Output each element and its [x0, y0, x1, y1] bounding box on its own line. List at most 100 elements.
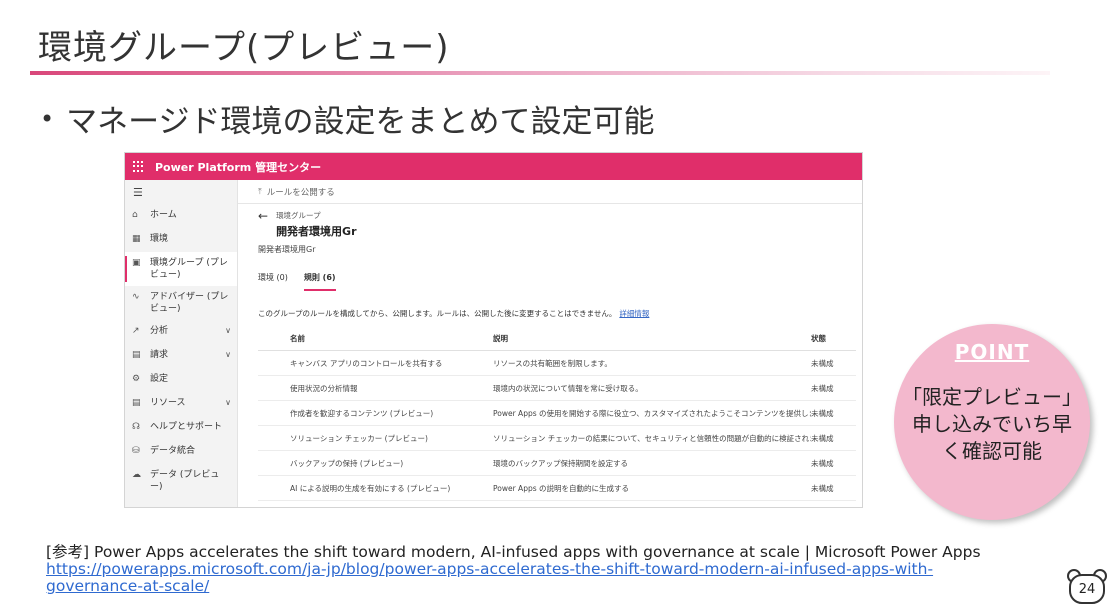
analytics-icon: ↗	[132, 326, 140, 336]
rule-status: 未構成	[811, 433, 834, 443]
chevron-down-icon[interactable]: ∨	[225, 397, 231, 409]
sidebar-item-environment-groups[interactable]: ▣ 環境グループ (プレビュー)	[125, 252, 237, 286]
sidebar-item-analytics[interactable]: ↗ 分析 ∨	[125, 320, 237, 344]
help-icon: ☊	[132, 422, 140, 432]
rule-name: キャンバス アプリのコントロールを共有する	[290, 358, 443, 368]
back-arrow-icon[interactable]: ←	[258, 210, 268, 239]
rule-status: 未構成	[811, 358, 834, 368]
page-title: 開発者環境用Gr	[276, 225, 357, 238]
sidebar-item-home[interactable]: ⌂ ホーム	[125, 204, 237, 228]
sidebar-item-billing[interactable]: ▤ 請求 ∨	[125, 344, 237, 368]
table-row[interactable]: 使用状況の分析情報 環境内の状況について情報を常に受け取る。 未構成	[258, 376, 856, 401]
hamburger-icon[interactable]: ☰	[133, 186, 237, 204]
chevron-down-icon[interactable]: ∨	[225, 325, 231, 337]
rule-status: 未構成	[811, 483, 834, 493]
rule-description: ソリューション チェッカーの結果について、セキュリティと信頼性の問題が自動的に検…	[493, 433, 811, 443]
command-bar: ⤒ ルールを公開する	[238, 180, 862, 204]
group-description: 開発者環境用Gr	[258, 245, 316, 254]
sidebar-item-data-integration[interactable]: ⛁ データ統合	[125, 440, 237, 464]
sidebar-item-label: 環境	[150, 234, 169, 244]
admin-center-screenshot: Power Platform 管理センター ☰ ⌂ ホーム ▦ 環境 ▣ 環境グ…	[124, 152, 863, 508]
point-line: 「限定プレビュー」	[902, 385, 1082, 409]
point-line: く確認可能	[942, 439, 1042, 463]
sidebar-item-label: 環境グループ (プレビュー)	[150, 258, 228, 280]
column-header-status[interactable]: 状態	[811, 333, 856, 344]
sidebar-item-resources[interactable]: ▤ リソース ∨	[125, 392, 237, 416]
sidebar-item-label: ホーム	[150, 210, 177, 220]
tab-bar: 環境 (0) 規則 (6)	[258, 272, 352, 291]
rule-name: 作成者を歓迎するコンテンツ (プレビュー)	[290, 408, 434, 418]
tab-rules[interactable]: 規則 (6)	[303, 272, 336, 291]
table-row[interactable]: バックアップの保持 (プレビュー) 環境のバックアップ保持期間を設定する 未構成	[258, 451, 856, 476]
reference-text: [参考] Power Apps accelerates the shift to…	[46, 543, 981, 561]
breadcrumb-parent[interactable]: 環境グループ	[276, 210, 356, 221]
page-number: 24	[1069, 574, 1105, 604]
sidebar-item-label: データ (プレビュー)	[150, 470, 220, 492]
sidebar: ☰ ⌂ ホーム ▦ 環境 ▣ 環境グループ (プレビュー) ∿ アドバイザー (…	[125, 180, 238, 507]
info-message: このグループのルールを構成してから、公開します。ルールは、公開した後に変更するこ…	[258, 308, 649, 319]
table-row[interactable]: 作成者を歓迎するコンテンツ (プレビュー) Power Apps の使用を開始す…	[258, 401, 856, 426]
rule-name: AI による説明の生成を有効にする (プレビュー)	[290, 483, 451, 493]
reference-url-line: governance-at-scale/	[46, 577, 210, 595]
sidebar-item-label: 分析	[150, 326, 169, 336]
advisor-icon: ∿	[132, 292, 140, 302]
reference-link[interactable]: https://powerapps.microsoft.com/ja-jp/bl…	[46, 561, 981, 595]
sidebar-item-advisor[interactable]: ∿ アドバイザー (プレビュー)	[125, 286, 237, 320]
publish-rules-button[interactable]: ルールを公開する	[267, 186, 335, 198]
rule-name: ソリューション チェッカー (プレビュー)	[290, 433, 428, 443]
table-row[interactable]: ソリューション チェッカー (プレビュー) ソリューション チェッカーの結果につ…	[258, 426, 856, 451]
rules-table: 名前 説明 状態 キャンバス アプリのコントロールを共有する リソースの共有範囲…	[258, 327, 856, 501]
billing-icon: ▤	[132, 350, 141, 360]
point-callout: POINT 「限定プレビュー」 申し込みでいち早 く確認可能	[894, 324, 1090, 520]
sidebar-item-environments[interactable]: ▦ 環境	[125, 228, 237, 252]
details-link[interactable]: 詳細情報	[619, 309, 649, 318]
column-header-description[interactable]: 説明	[483, 333, 811, 344]
sidebar-item-help[interactable]: ☊ ヘルプとサポート	[125, 416, 237, 440]
page-number-badge: 24	[1066, 569, 1108, 605]
environment-icon: ▦	[132, 234, 141, 244]
bullet-icon: •	[40, 104, 55, 133]
rule-description: Power Apps の説明を自動的に生成する	[493, 483, 630, 493]
sidebar-item-data-preview[interactable]: ☁ データ (プレビュー)	[125, 464, 237, 498]
rule-name: 使用状況の分析情報	[290, 383, 358, 393]
info-text: このグループのルールを構成してから、公開します。ルールは、公開した後に変更するこ…	[258, 309, 617, 318]
rule-description: 環境内の状況について情報を常に受け取る。	[493, 383, 643, 393]
rule-description: Power Apps の使用を開始する際に役立つ、カスタマイズされたようこそコン…	[493, 408, 811, 418]
point-label: POINT	[954, 340, 1030, 364]
rule-description: リソースの共有範囲を制限します。	[493, 358, 612, 368]
point-line: 申し込みでいち早	[912, 412, 1072, 436]
upload-icon: ⤒	[258, 186, 262, 197]
breadcrumb: ← 環境グループ 開発者環境用Gr	[258, 210, 357, 239]
sidebar-item-label: ヘルプとサポート	[150, 422, 223, 432]
bullet-text: マネージド環境の設定をまとめて設定可能	[66, 104, 655, 140]
title-underline	[30, 71, 1050, 75]
sidebar-item-label: 請求	[150, 350, 169, 360]
chevron-down-icon[interactable]: ∨	[225, 349, 231, 361]
rule-name: バックアップの保持 (プレビュー)	[290, 458, 404, 468]
rule-status: 未構成	[811, 458, 834, 468]
rule-status: 未構成	[811, 408, 834, 418]
table-header: 名前 説明 状態	[258, 327, 856, 351]
sidebar-item-label: データ統合	[150, 446, 196, 456]
slide-title: 環境グループ(プレビュー)	[38, 28, 450, 68]
app-header: Power Platform 管理センター	[125, 153, 862, 180]
data-integration-icon: ⛁	[132, 446, 140, 456]
reference-url-line: https://powerapps.microsoft.com/ja-jp/bl…	[46, 560, 934, 578]
sidebar-item-settings[interactable]: ⚙ 設定	[125, 368, 237, 392]
app-launcher-icon[interactable]	[133, 160, 145, 173]
column-header-name[interactable]: 名前	[258, 333, 483, 344]
environment-group-icon: ▣	[132, 258, 141, 268]
rule-status: 未構成	[811, 383, 834, 393]
table-row[interactable]: キャンバス アプリのコントロールを共有する リソースの共有範囲を制限します。 未…	[258, 351, 856, 376]
reference: [参考] Power Apps accelerates the shift to…	[46, 544, 981, 595]
sidebar-item-label: アドバイザー (プレビュー)	[150, 292, 229, 314]
settings-icon: ⚙	[132, 374, 141, 384]
data-icon: ☁	[132, 470, 141, 480]
main-content: ⤒ ルールを公開する ← 環境グループ 開発者環境用Gr 開発者環境用Gr 環境…	[238, 180, 862, 507]
table-row[interactable]: AI による説明の生成を有効にする (プレビュー) Power Apps の説明…	[258, 476, 856, 501]
rule-description: 環境のバックアップ保持期間を設定する	[493, 458, 628, 468]
sidebar-item-label: リソース	[150, 398, 186, 408]
tab-environments[interactable]: 環境 (0)	[258, 272, 288, 291]
app-header-title: Power Platform 管理センター	[155, 160, 322, 174]
sidebar-item-label: 設定	[150, 374, 169, 384]
